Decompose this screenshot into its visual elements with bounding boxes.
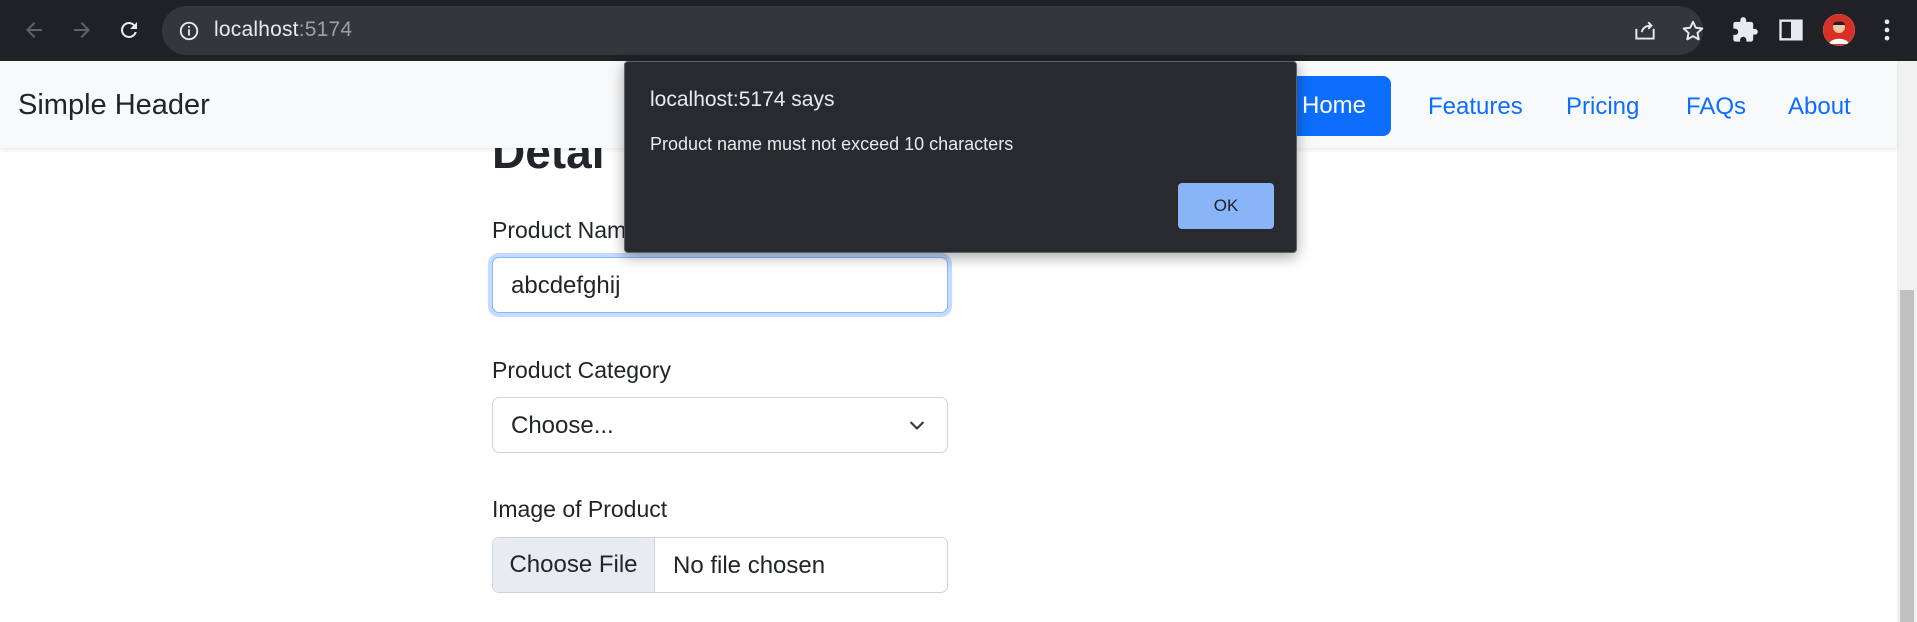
reload-button[interactable] xyxy=(113,14,145,46)
brand-title[interactable]: Simple Header xyxy=(18,89,210,122)
extensions-icon[interactable] xyxy=(1731,16,1759,44)
product-category-select[interactable]: Choose... xyxy=(492,397,948,453)
file-status-text: No file chosen xyxy=(673,552,826,579)
avatar-icon xyxy=(1823,14,1855,46)
nav-features[interactable]: Features xyxy=(1428,93,1523,121)
profile-avatar[interactable] xyxy=(1823,14,1855,46)
address-bar[interactable]: localhost:5174 xyxy=(162,6,1706,55)
dialog-title: localhost:5174 says xyxy=(650,88,835,111)
product-image-input[interactable]: Choose File No file chosen xyxy=(492,537,948,593)
page-scrollbar[interactable] xyxy=(1897,61,1917,622)
chevron-down-icon xyxy=(910,421,924,430)
back-button[interactable] xyxy=(18,14,50,46)
forward-button[interactable] xyxy=(66,14,98,46)
browser-toolbar: localhost:5174 xyxy=(0,0,1917,61)
reload-icon xyxy=(121,21,137,38)
star-icon[interactable] xyxy=(1680,18,1706,44)
nav-pricing[interactable]: Pricing xyxy=(1566,93,1639,121)
product-name-label: Product Nam xyxy=(492,217,627,243)
scrollbar-thumb[interactable] xyxy=(1900,290,1914,622)
dialog-ok-button[interactable]: OK xyxy=(1178,183,1274,229)
product-name-value: abcdefghij xyxy=(511,272,621,299)
menu-icon[interactable] xyxy=(1873,16,1901,44)
info-icon[interactable] xyxy=(178,20,200,42)
dialog-message: Product name must not exceed 10 characte… xyxy=(650,134,1014,154)
alert-dialog: localhost:5174 says Product name must no… xyxy=(624,61,1297,253)
choose-file-button[interactable]: Choose File xyxy=(493,538,655,592)
share-icon[interactable] xyxy=(1632,18,1658,44)
product-image-label: Image of Product xyxy=(492,496,668,522)
product-category-label: Product Category xyxy=(492,357,671,383)
nav-faqs[interactable]: FAQs xyxy=(1686,93,1746,121)
back-icon xyxy=(26,22,42,38)
side-panel-icon[interactable] xyxy=(1777,16,1805,44)
forward-icon xyxy=(74,22,90,38)
category-selected-value: Choose... xyxy=(511,412,614,439)
nav-about[interactable]: About xyxy=(1788,93,1851,121)
url-text: localhost:5174 xyxy=(214,18,353,41)
product-name-input[interactable]: abcdefghij xyxy=(492,257,948,313)
